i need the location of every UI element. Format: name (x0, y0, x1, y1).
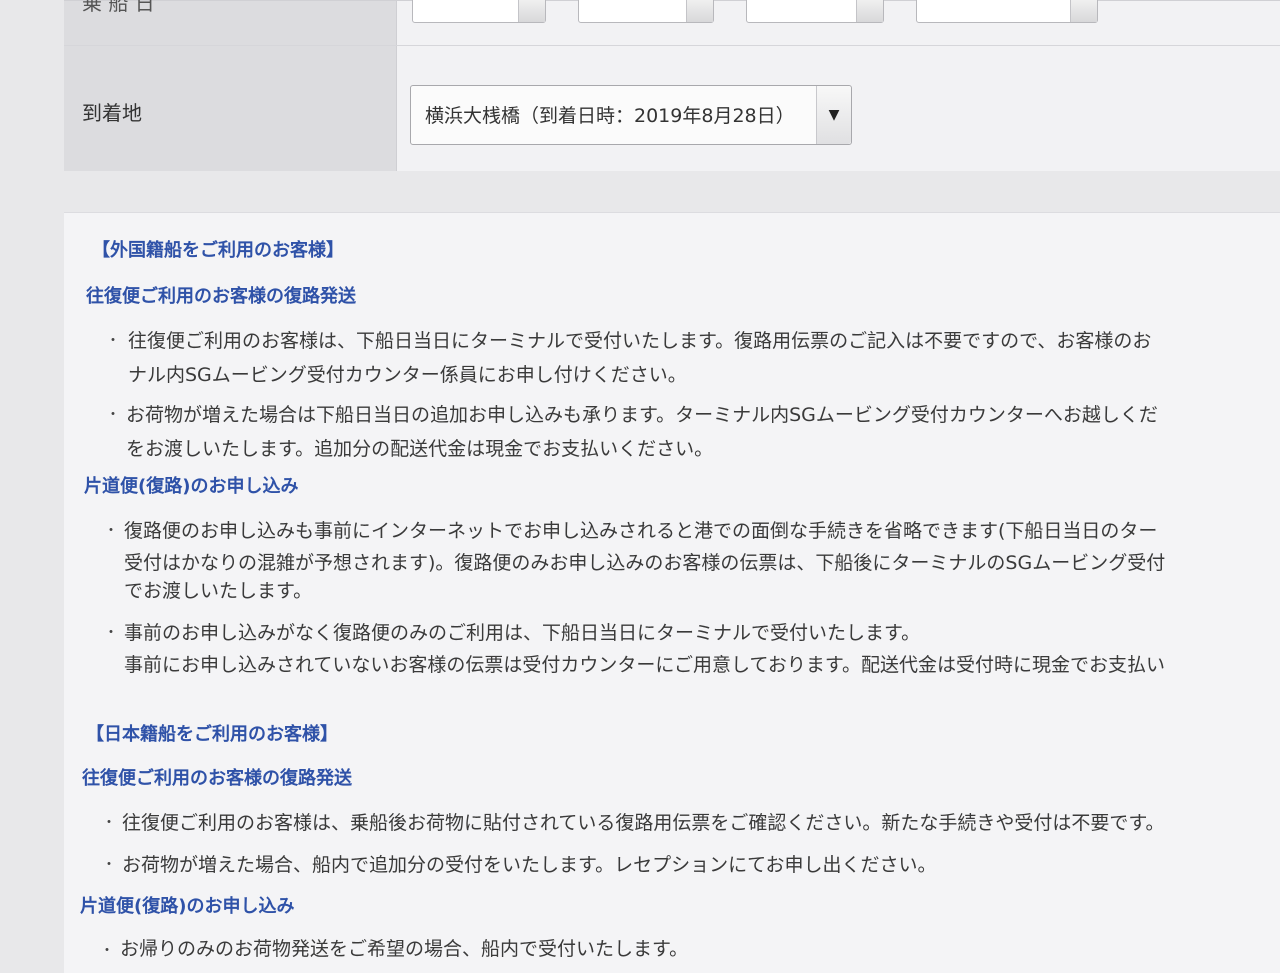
foreign-rt-item2-line1: お荷物が増えた場合は下船日当日の追加お申し込みも承ります。ターミナル内SGムービ… (126, 404, 1158, 426)
arrival-label: 到着地 (82, 101, 142, 125)
japanese-ship-heading: 【日本籍船をご利用のお客様】 (86, 724, 338, 745)
foreign-ow-item2-line2: 事前にお申し込みされていないお客様の伝票は受付カウンターにご用意しております。配… (124, 654, 1166, 676)
booking-form-table: 乗 船 日 到着地 横浜大桟橋（到着日時：2019年8月28日） ▼ (64, 0, 1280, 171)
form-label-column: 乗 船 日 到着地 (64, 0, 397, 171)
row-divider (64, 45, 1280, 46)
bullet: ・ (102, 857, 116, 873)
foreign-ow-item1-line3: でお渡しいたします。 (124, 580, 313, 602)
bullet: ・ (100, 943, 114, 959)
foreign-rt-item1-line2: ナル内SGムービング受付カウンター係員にお申し付けください。 (128, 364, 687, 386)
date-month-select[interactable] (578, 0, 714, 23)
arrival-select[interactable]: 横浜大桟橋（到着日時：2019年8月28日） ▼ (410, 85, 852, 145)
japanese-rt-item2: お荷物が増えた場合、船内で追加分の受付をいたします。レセプションにてお申し出くだ… (122, 854, 937, 876)
foreign-ow-item2-line1: 事前のお申し込みがなく復路便のみのご利用は、下船日当日にターミナルで受付いたしま… (124, 622, 921, 644)
japanese-one-way-heading: 片道便(復路)のお申し込み (80, 896, 295, 917)
time-select[interactable] (916, 0, 1098, 23)
date-day-select[interactable] (746, 0, 884, 23)
boarding-date-label: 乗 船 日 (82, 0, 155, 15)
foreign-one-way-heading: 片道便(復路)のお申し込み (84, 476, 299, 497)
date-year-select[interactable] (412, 0, 546, 23)
chevron-down-icon (686, 0, 713, 22)
foreign-ow-item1-line2: 受付はかなりの混雑が予想されます)。復路便のみお申し込みのお客様の伝票は、下船後… (124, 552, 1166, 574)
chevron-down-icon (856, 0, 883, 22)
foreign-ow-item1-line1: 復路便のお申し込みも事前にインターネットでお申し込みされると港での面倒な手続きを… (124, 520, 1158, 542)
foreign-rt-item1-line1: 往復便ご利用のお客様は、下船日当日にターミナルで受付いたします。復路用伝票のご記… (128, 330, 1152, 352)
chevron-down-icon[interactable]: ▼ (816, 86, 851, 144)
bullet: ・ (104, 523, 118, 539)
chevron-down-icon (518, 0, 545, 22)
bullet: ・ (102, 815, 116, 831)
foreign-round-trip-heading: 往復便ご利用のお客様の復路発送 (86, 286, 356, 307)
foreign-ship-heading: 【外国籍船をご利用のお客様】 (92, 240, 344, 261)
bullet: ・ (104, 625, 118, 641)
japanese-round-trip-heading: 往復便ご利用のお客様の復路発送 (82, 768, 352, 789)
foreign-rt-item2-line2: をお渡しいたします。追加分の配送代金は現金でお支払いください。 (126, 438, 714, 460)
japanese-ow-item1: お帰りのみのお荷物発送をご希望の場合、船内で受付いたします。 (120, 938, 689, 960)
bullet: ・ (106, 333, 120, 349)
chevron-down-icon (1070, 0, 1097, 22)
japanese-rt-item1: 往復便ご利用のお客様は、乗船後お荷物に貼付されている復路用伝票をご確認ください。… (122, 812, 1165, 834)
bullet: ・ (106, 407, 120, 423)
arrival-select-value: 横浜大桟橋（到着日時：2019年8月28日） (425, 105, 795, 127)
